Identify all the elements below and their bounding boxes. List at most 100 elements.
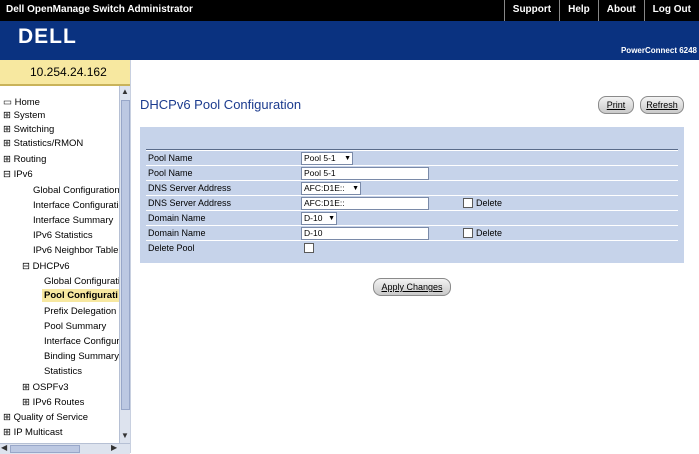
delete-pool-checkbox[interactable] [304, 243, 314, 253]
page-title: DHCPv6 Pool Configuration [140, 97, 302, 112]
nav-item-label: Global Configuration [33, 185, 119, 196]
print-button[interactable]: Print [598, 96, 634, 114]
form-row-pool-name-select: Pool Name Pool 5-1 ▼ [146, 150, 678, 165]
pool-name-select-value: Pool 5-1 [304, 153, 336, 163]
dns-delete-checkbox[interactable] [463, 198, 473, 208]
nav-item-routing[interactable]: ⊞ Routing [3, 154, 46, 165]
nav-item-ipv6-interface-configuration[interactable]: Interface Configuratio [33, 200, 119, 211]
form-row-domain-select: Domain Name D-10 ▼ [146, 210, 678, 225]
nav-item-label: OSPFv3 [32, 382, 69, 393]
scroll-left-icon[interactable]: ◀ [1, 443, 7, 452]
scroll-thumb[interactable] [121, 100, 130, 410]
nav-item-pool-configuration[interactable]: Pool Configurati [42, 289, 119, 302]
nav-item-system[interactable]: ⊞ System [3, 110, 45, 121]
dns-delete-label: Delete [476, 198, 503, 208]
nav-item-label: Interface Configura [44, 336, 119, 347]
device-ip-box: 10.254.24.162 [0, 60, 130, 86]
delete-pool-label: Delete Pool [148, 243, 195, 253]
chevron-down-icon: ▼ [352, 185, 359, 192]
dns-server-select[interactable]: AFC:D1E:: ▼ [301, 182, 361, 195]
domain-delete-checkbox[interactable] [463, 228, 473, 238]
form-row-delete-pool: Delete Pool [146, 240, 678, 255]
nav-item-label: DHCPv6 [32, 261, 70, 272]
form-row-pool-name: Pool Name Pool 5-1 [146, 165, 678, 180]
dns-label: DNS Server Address [148, 198, 232, 208]
dns-server-input[interactable]: AFC:D1E:: [301, 197, 429, 210]
domain-select-label: Domain Name [148, 213, 206, 223]
scroll-up-icon[interactable]: ▲ [121, 87, 129, 96]
nav-item-dhcpv6-interface-configuration[interactable]: Interface Configura [44, 336, 119, 347]
top-bar: Dell OpenManage Switch Administrator Sup… [0, 0, 699, 21]
nav-item-home[interactable]: ▭ Home [3, 97, 40, 108]
model-name: PowerConnect 6248 [620, 46, 697, 55]
nav-item-ip-multicast[interactable]: ⊞ IP Multicast [3, 427, 63, 438]
nav-item-binding-summary[interactable]: Binding Summary [44, 351, 119, 362]
chevron-down-icon: ▼ [344, 155, 351, 162]
nav-item-label: IPv6 Statistics [33, 230, 93, 241]
nav-item-statistics-rmon[interactable]: ⊞ Statistics/RMON [3, 138, 83, 149]
chevron-down-icon: ▼ [328, 215, 335, 222]
domain-name-input[interactable]: D-10 [301, 227, 429, 240]
form-row-dns: DNS Server Address AFC:D1E:: Delete [146, 195, 678, 210]
dell-logo: DELL [18, 25, 77, 48]
form-row-domain: Domain Name D-10 Delete [146, 225, 678, 240]
nav-item-ipv6-neighbor-table[interactable]: IPv6 Neighbor Table [33, 245, 118, 256]
apply-changes-button[interactable]: Apply Changes [373, 278, 451, 296]
help-link[interactable]: Help [559, 0, 598, 21]
nav-tree: ▭ Home ⊞ System ⊞ Switching ⊞ Statistics… [0, 86, 119, 443]
nav-item-dhcpv6[interactable]: ⊟ DHCPv6 [22, 261, 70, 272]
pool-name-select-label: Pool Name [148, 153, 193, 163]
support-link[interactable]: Support [503, 0, 559, 21]
sidebar-divider [130, 60, 131, 453]
pool-name-select[interactable]: Pool 5-1 ▼ [301, 152, 353, 165]
nav-item-label: IPv6 Routes [32, 397, 85, 408]
nav-item-prefix-delegation[interactable]: Prefix Delegation C [44, 306, 119, 317]
nav-item-label: Statistics/RMON [13, 138, 84, 149]
dns-select-label: DNS Server Address [148, 183, 232, 193]
nav-item-ipv6[interactable]: ⊟ IPv6 [3, 169, 33, 180]
app-title: Dell OpenManage Switch Administrator [6, 4, 193, 15]
nav-item-label: Binding Summary [44, 351, 119, 362]
scroll-thumb[interactable] [10, 445, 80, 453]
pool-config-form: Pool Name Pool 5-1 ▼ Pool Name Pool 5-1 … [140, 127, 684, 263]
scroll-down-icon[interactable]: ▼ [121, 431, 129, 440]
nav-item-ospfv3[interactable]: ⊞ OSPFv3 [22, 382, 69, 393]
refresh-button[interactable]: Refresh [640, 96, 684, 114]
about-link[interactable]: About [597, 0, 644, 21]
nav-item-label: Routing [13, 154, 47, 165]
nav-item-label: Global Configuratic [44, 276, 119, 287]
nav-item-ipv6-global-configuration[interactable]: Global Configuration [33, 185, 119, 196]
domain-delete-label: Delete [476, 228, 503, 238]
nav-item-ipv6-interface-summary[interactable]: Interface Summary [33, 215, 113, 226]
nav-item-ipv6-routes[interactable]: ⊞ IPv6 Routes [22, 397, 84, 408]
nav-item-quality-of-service[interactable]: ⊞ Quality of Service [3, 412, 88, 423]
nav-item-dhcpv6-global-configuration[interactable]: Global Configuratic [44, 276, 119, 287]
top-links: Support Help About Log Out [503, 0, 699, 21]
nav-item-label: Prefix Delegation C [44, 306, 119, 317]
nav-item-label: Switching [13, 124, 55, 135]
brand-banner [0, 21, 699, 60]
nav-item-label: Interface Summary [33, 215, 114, 226]
nav-horizontal-scrollbar[interactable]: ◀ ▶ [0, 443, 130, 454]
nav-item-label: Statistics [44, 366, 83, 377]
domain-label: Domain Name [148, 228, 206, 238]
domain-name-select[interactable]: D-10 ▼ [301, 212, 337, 225]
pool-name-label: Pool Name [148, 168, 193, 178]
nav-item-dhcpv6-statistics[interactable]: Statistics [44, 366, 82, 377]
nav-item-label: Pool Summary [44, 321, 107, 332]
nav-item-label: IPv6 Neighbor Table [33, 245, 119, 256]
nav-item-label: Pool Configurati [44, 290, 118, 301]
nav-item-label: System [13, 110, 46, 121]
logout-link[interactable]: Log Out [643, 0, 699, 21]
pool-name-input[interactable]: Pool 5-1 [301, 167, 429, 180]
nav-item-label: IP Multicast [13, 427, 63, 438]
home-icon: ▭ [3, 97, 12, 108]
dns-server-select-value: AFC:D1E:: [304, 183, 345, 193]
nav-item-switching[interactable]: ⊞ Switching [3, 124, 54, 135]
scroll-right-icon[interactable]: ▶ [111, 443, 117, 452]
domain-name-select-value: D-10 [304, 213, 323, 223]
nav-item-label: Home [14, 97, 40, 108]
nav-item-label: Interface Configuratio [33, 200, 119, 211]
nav-item-pool-summary[interactable]: Pool Summary [44, 321, 106, 332]
nav-item-ipv6-statistics[interactable]: IPv6 Statistics [33, 230, 93, 241]
